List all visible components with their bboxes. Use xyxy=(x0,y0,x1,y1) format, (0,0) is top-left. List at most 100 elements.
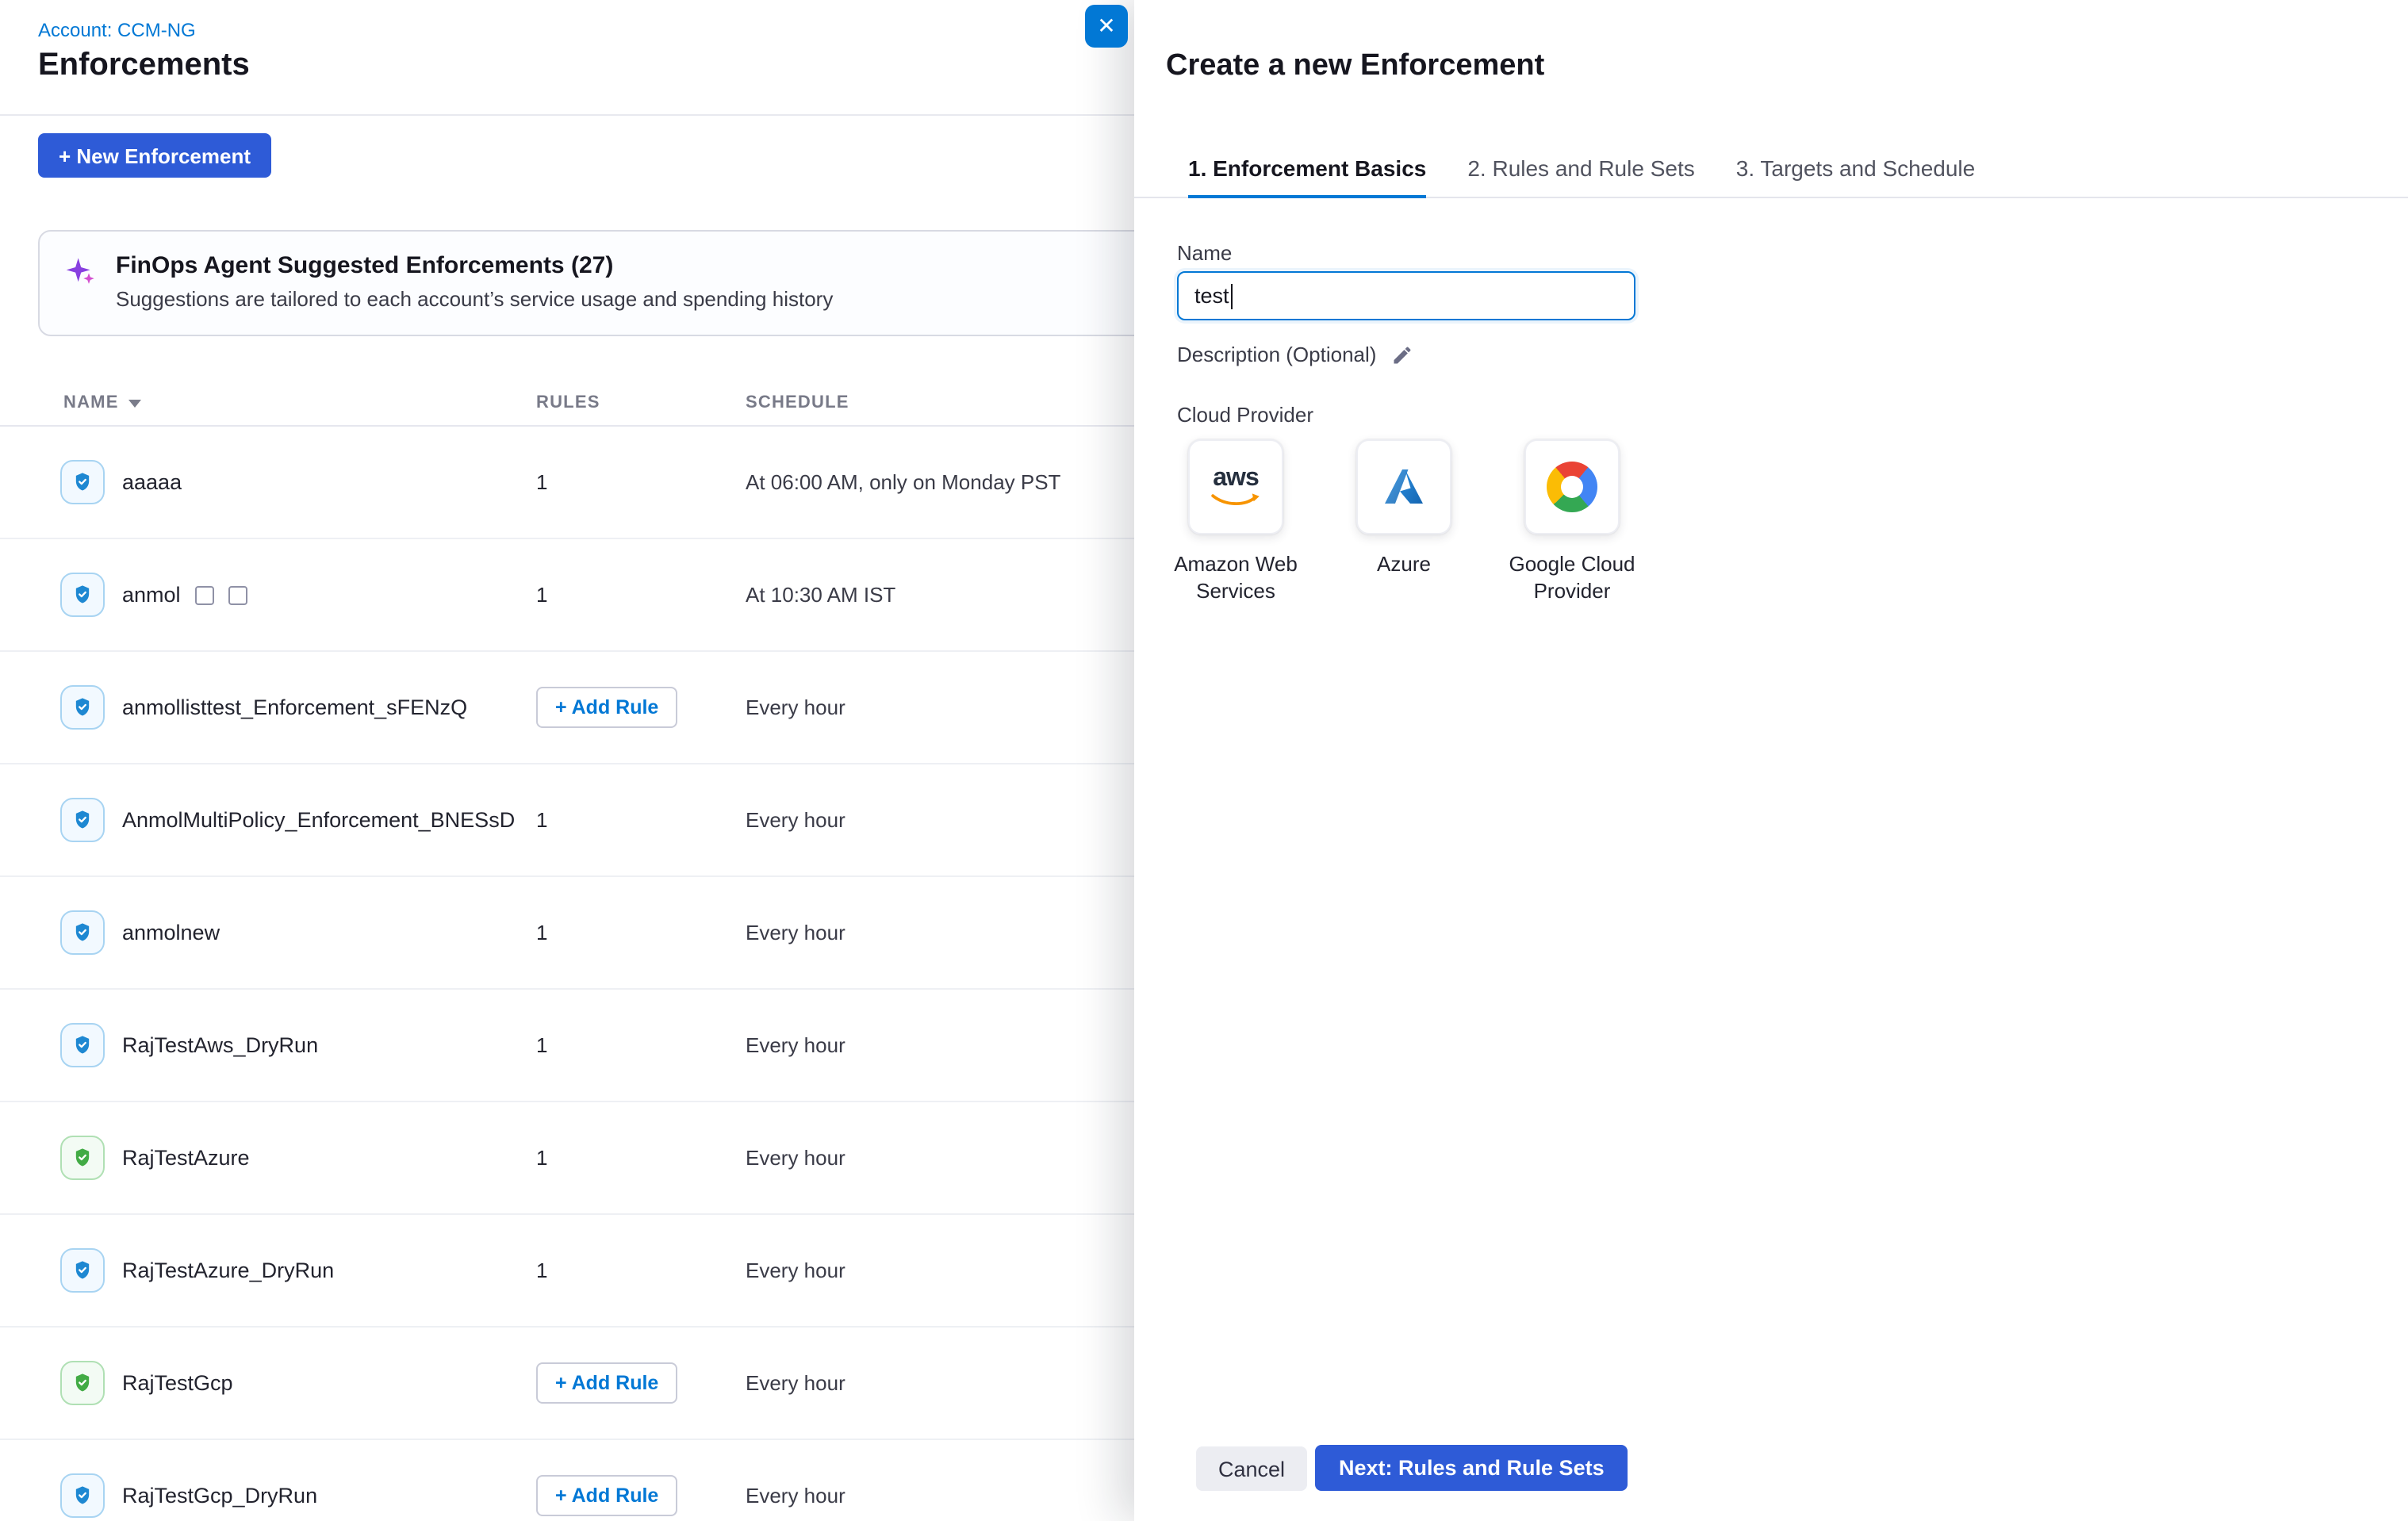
row-rules-value: 1 xyxy=(536,1033,547,1057)
shield-icon xyxy=(60,685,105,730)
provider-card-azure[interactable] xyxy=(1356,439,1451,534)
tab-targets-and-schedule[interactable]: 3. Targets and Schedule xyxy=(1736,140,1976,197)
description-row: Description (Optional) xyxy=(1177,343,1413,366)
table-row[interactable]: RajTestGcp + Add Rule Every hour xyxy=(0,1328,1134,1440)
row-name-text: anmol xyxy=(122,583,181,607)
row-name: RajTestAws_DryRun xyxy=(122,1033,318,1057)
table-row[interactable]: anmolnew 1 Every hour xyxy=(0,877,1134,990)
table-row[interactable]: RajTestAzure 1 Every hour xyxy=(0,1102,1134,1215)
name-input[interactable]: test xyxy=(1177,271,1635,320)
azure-icon xyxy=(1380,463,1428,511)
ai-sparkle-icon xyxy=(65,255,97,287)
drawer-tabs: 1. Enforcement Basics 2. Rules and Rule … xyxy=(1134,140,2408,198)
provider-card-gcp[interactable] xyxy=(1524,439,1620,534)
table-row[interactable]: aaaaa 1 At 06:00 AM, only on Monday PST xyxy=(0,427,1134,539)
row-schedule: Every hour xyxy=(746,921,845,944)
close-drawer-button[interactable]: ✕ xyxy=(1085,5,1128,48)
row-name: anmolnew xyxy=(122,921,220,944)
shield-icon xyxy=(60,1473,105,1518)
column-header-schedule: SCHEDULE xyxy=(746,393,849,412)
row-name-text: RajTestGcp_DryRun xyxy=(122,1484,317,1508)
row-rules-value: 1 xyxy=(536,921,547,944)
row-schedule: Every hour xyxy=(746,1371,845,1395)
description-label: Description (Optional) xyxy=(1177,343,1376,366)
placeholder-square-icon xyxy=(228,585,247,604)
row-rules-value: 1 xyxy=(536,1259,547,1282)
shield-icon xyxy=(60,910,105,955)
create-enforcement-drawer: Create a new Enforcement 1. Enforcement … xyxy=(1134,0,2408,1521)
page-title: Enforcements xyxy=(38,48,250,84)
enforcement-table-body: aaaaa 1 At 06:00 AM, only on Monday PST … xyxy=(0,427,1134,1521)
add-rule-button[interactable]: + Add Rule xyxy=(536,687,677,728)
row-schedule: Every hour xyxy=(746,1259,845,1282)
row-name-text: RajTestAzure_DryRun xyxy=(122,1259,334,1282)
row-schedule: At 10:30 AM IST xyxy=(746,583,895,607)
add-rule-button[interactable]: + Add Rule xyxy=(536,1362,677,1404)
next-button[interactable]: Next: Rules and Rule Sets xyxy=(1315,1445,1628,1491)
placeholder-square-icon xyxy=(195,585,214,604)
provider-card-aws[interactable]: aws xyxy=(1188,439,1283,534)
app-root: Account: CCM-NG Enforcements + New Enfor… xyxy=(0,0,2408,1521)
column-header-rules: RULES xyxy=(536,393,600,412)
row-name: AnmolMultiPolicy_Enforcement_BNESsD xyxy=(122,808,515,832)
row-name-text: anmollisttest_Enforcement_sFENzQ xyxy=(122,695,467,719)
table-row[interactable]: RajTestAzure_DryRun 1 Every hour xyxy=(0,1215,1134,1328)
tab-rules-and-rule-sets[interactable]: 2. Rules and Rule Sets xyxy=(1467,140,1694,197)
row-rules-value: 1 xyxy=(536,1146,547,1170)
sort-caret-icon xyxy=(128,399,141,407)
row-name: RajTestGcp xyxy=(122,1371,233,1395)
row-name-text: aaaaa xyxy=(122,470,182,494)
provider-option-azure: Azure xyxy=(1321,439,1486,604)
shield-icon xyxy=(60,1136,105,1180)
tab-enforcement-basics[interactable]: 1. Enforcement Basics xyxy=(1188,140,1426,197)
shield-icon xyxy=(60,1248,105,1293)
shield-icon xyxy=(60,798,105,842)
row-schedule: Every hour xyxy=(746,1146,845,1170)
banner-subtitle: Suggestions are tailored to each account… xyxy=(116,287,833,311)
row-schedule: Every hour xyxy=(746,1484,845,1508)
row-schedule: Every hour xyxy=(746,695,845,719)
enforcement-table: NAME RULES SCHEDULE aaaaa 1 At 06:00 AM,… xyxy=(0,381,1134,1521)
cancel-button[interactable]: Cancel xyxy=(1196,1446,1307,1491)
new-enforcement-button[interactable]: + New Enforcement xyxy=(38,133,271,178)
provider-option-gcp: Google Cloud Provider xyxy=(1490,439,1655,604)
row-name-text: RajTestGcp xyxy=(122,1371,233,1395)
row-name: RajTestAzure_DryRun xyxy=(122,1259,334,1282)
row-rules-value: 1 xyxy=(536,470,547,494)
row-name-text: anmolnew xyxy=(122,921,220,944)
provider-label-gcp: Google Cloud Provider xyxy=(1490,550,1655,604)
edit-pencil-icon[interactable] xyxy=(1390,343,1413,366)
gcp-icon xyxy=(1547,462,1597,512)
drawer-title: Create a new Enforcement xyxy=(1166,49,1544,84)
table-row[interactable]: RajTestAws_DryRun 1 Every hour xyxy=(0,990,1134,1102)
row-name-text: RajTestAws_DryRun xyxy=(122,1033,318,1057)
shield-icon xyxy=(60,1361,105,1405)
row-name-badges xyxy=(181,585,247,604)
column-header-name-label: NAME xyxy=(63,393,119,412)
column-header-name[interactable]: NAME xyxy=(63,393,141,412)
row-schedule: At 06:00 AM, only on Monday PST xyxy=(746,470,1060,494)
shield-icon xyxy=(60,1023,105,1067)
table-row[interactable]: anmollisttest_Enforcement_sFENzQ + Add R… xyxy=(0,652,1134,764)
aws-icon: aws xyxy=(1210,466,1261,508)
table-row[interactable]: RajTestGcp_DryRun + Add Rule Every hour xyxy=(0,1440,1134,1521)
cloud-provider-label: Cloud Provider xyxy=(1177,403,1313,427)
name-label: Name xyxy=(1177,241,1232,265)
table-header: NAME RULES SCHEDULE xyxy=(0,381,1134,427)
add-rule-button[interactable]: + Add Rule xyxy=(536,1475,677,1516)
breadcrumb[interactable]: Account: CCM-NG xyxy=(38,19,196,41)
row-schedule: Every hour xyxy=(746,1033,845,1057)
row-name: anmollisttest_Enforcement_sFENzQ xyxy=(122,695,467,719)
table-row[interactable]: anmol 1 At 10:30 AM IST xyxy=(0,539,1134,652)
banner-title: FinOps Agent Suggested Enforcements (27) xyxy=(116,252,833,279)
row-name: RajTestAzure xyxy=(122,1146,250,1170)
row-name: RajTestGcp_DryRun xyxy=(122,1484,317,1508)
row-name: anmol xyxy=(122,583,247,607)
provider-label-aws: Amazon Web Services xyxy=(1153,550,1318,604)
table-row[interactable]: AnmolMultiPolicy_Enforcement_BNESsD 1 Ev… xyxy=(0,764,1134,877)
row-rules-value: 1 xyxy=(536,808,547,832)
row-name-text: AnmolMultiPolicy_Enforcement_BNESsD xyxy=(122,808,515,832)
row-rules-value: 1 xyxy=(536,583,547,607)
text-cursor xyxy=(1231,283,1233,308)
shield-icon xyxy=(60,573,105,617)
